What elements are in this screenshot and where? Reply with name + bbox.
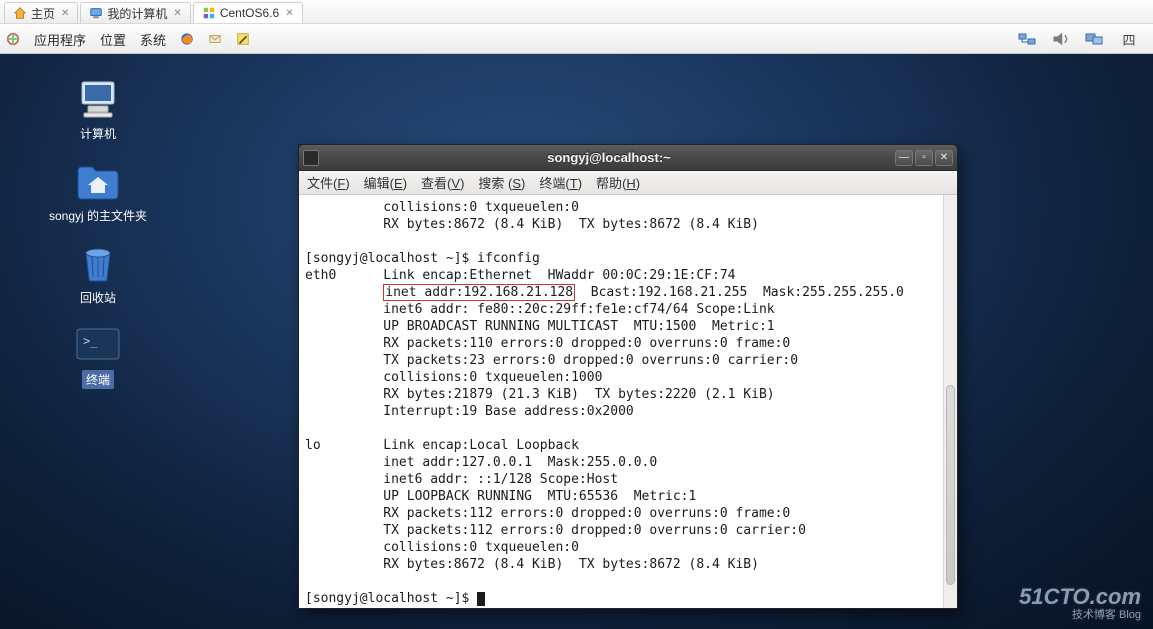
close-icon[interactable]: ✕: [173, 8, 181, 19]
host-tab-mycomputer[interactable]: 我的计算机 ✕: [80, 2, 190, 23]
calendar-icon[interactable]: 四: [1119, 31, 1139, 47]
terminal-menubar: 文件(F) 编辑(E) 查看(V) 搜索 (S) 终端(T) 帮助(H): [299, 171, 957, 195]
network-icon[interactable]: [1017, 31, 1037, 47]
maximize-button[interactable]: ▫: [915, 150, 933, 166]
svg-text:>_: >_: [83, 334, 98, 348]
host-tab-label: 主页: [31, 5, 55, 22]
minimize-button[interactable]: —: [895, 150, 913, 166]
menu-system[interactable]: 系统: [140, 30, 166, 49]
scrollbar-thumb[interactable]: [946, 385, 955, 585]
desktop-icon-computer[interactable]: 计算机: [48, 78, 148, 143]
menu-help[interactable]: 帮助(H): [596, 173, 640, 192]
notes-icon[interactable]: [236, 32, 250, 46]
window-titlebar[interactable]: songyj@localhost:~ — ▫ ✕: [299, 145, 957, 171]
dualscreen-icon[interactable]: [1085, 31, 1105, 47]
host-tab-label: 我的计算机: [107, 5, 167, 22]
scrollbar[interactable]: [943, 195, 957, 608]
folder-icon: [74, 160, 122, 202]
trash-icon: [74, 242, 122, 284]
window-title: songyj@localhost:~: [325, 150, 893, 165]
menu-edit[interactable]: 编辑(E): [364, 173, 407, 192]
terminal-icon: [303, 150, 319, 166]
menu-search[interactable]: 搜索 (S): [478, 173, 525, 192]
computer-icon: [89, 6, 103, 20]
menu-places[interactable]: 位置: [100, 30, 126, 49]
desktop-icon-label: 计算机: [78, 124, 118, 143]
close-button[interactable]: ✕: [935, 150, 953, 166]
vm-display: 应用程序 位置 系统 四 计算机: [0, 24, 1153, 629]
desktop-icon-trash[interactable]: 回收站: [48, 242, 148, 307]
host-tab-centos[interactable]: CentOS6.6 ✕: [193, 2, 303, 23]
desktop-icon-label: songyj 的主文件夹: [47, 206, 149, 225]
gnome-top-panel: 应用程序 位置 系统 四: [0, 24, 1153, 54]
menu-view[interactable]: 查看(V): [421, 173, 464, 192]
inet-addr-highlight: inet addr:192.168.21.128: [383, 284, 575, 301]
terminal-output: collisions:0 txqueuelen:0 RX bytes:8672 …: [299, 195, 957, 608]
terminal-window: songyj@localhost:~ — ▫ ✕ 文件(F) 编辑(E) 查看(…: [298, 144, 958, 609]
host-tab-label: CentOS6.6: [220, 6, 279, 20]
terminal-cursor: [477, 592, 485, 606]
menu-file[interactable]: 文件(F): [307, 173, 350, 192]
watermark: 51CTO.com 技术博客 Blog: [1019, 585, 1141, 621]
host-tab-home[interactable]: 主页 ✕: [4, 2, 78, 23]
host-tab-bar: 主页 ✕ 我的计算机 ✕ CentOS6.6 ✕: [0, 0, 1153, 24]
terminal-body[interactable]: collisions:0 txqueuelen:0 RX bytes:8672 …: [299, 195, 957, 608]
desktop-icon-terminal[interactable]: >_ 终端: [48, 324, 148, 389]
sound-icon[interactable]: [1051, 31, 1071, 47]
distributor-logo-icon: [6, 32, 20, 46]
close-icon[interactable]: ✕: [61, 8, 69, 19]
desktop[interactable]: 计算机 songyj 的主文件夹 回收站 >_ 终端 songyj@localh…: [0, 54, 1153, 629]
centos-icon: [202, 6, 216, 20]
desktop-icon-label: 回收站: [78, 288, 118, 307]
menu-terminal[interactable]: 终端(T): [539, 173, 582, 192]
home-icon: [13, 6, 27, 20]
desktop-icon-label: 终端: [82, 370, 114, 389]
close-icon[interactable]: ✕: [285, 8, 293, 19]
firefox-icon[interactable]: [180, 32, 194, 46]
computer-icon: [74, 78, 122, 120]
mail-icon[interactable]: [208, 32, 222, 46]
desktop-icon-home[interactable]: songyj 的主文件夹: [40, 160, 156, 225]
menu-applications[interactable]: 应用程序: [34, 30, 86, 49]
terminal-icon: >_: [74, 324, 122, 366]
